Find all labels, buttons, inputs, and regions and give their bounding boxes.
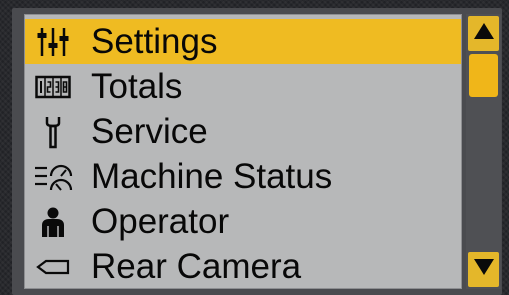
menu-item-settings[interactable]: Settings bbox=[25, 19, 461, 64]
menu-item-totals[interactable]: Totals bbox=[25, 64, 461, 109]
menu-item-label: Machine Status bbox=[91, 156, 333, 196]
menu-item-machine-status[interactable]: Machine Status bbox=[25, 154, 461, 199]
rear-camera-icon bbox=[33, 251, 73, 283]
scroll-thumb[interactable] bbox=[469, 54, 498, 97]
arrow-down-icon bbox=[473, 257, 495, 282]
scrollbar[interactable] bbox=[466, 14, 501, 289]
scroll-up-button[interactable] bbox=[468, 16, 499, 51]
machine-status-gauge-icon bbox=[33, 161, 73, 193]
scroll-down-button[interactable] bbox=[468, 252, 499, 287]
menu-item-label: Operator bbox=[91, 201, 230, 241]
arrow-up-icon bbox=[473, 21, 495, 46]
totals-counter-icon bbox=[33, 71, 73, 103]
wrench-icon bbox=[33, 116, 73, 148]
main-menu-list: Settings Totals Service Machine Status O… bbox=[24, 14, 462, 289]
menu-item-rear-camera[interactable]: Rear Camera bbox=[25, 244, 461, 289]
operator-person-icon bbox=[33, 206, 73, 238]
menu-item-service[interactable]: Service bbox=[25, 109, 461, 154]
menu-item-label: Rear Camera bbox=[91, 246, 302, 286]
menu-item-label: Totals bbox=[91, 66, 183, 106]
menu-item-label: Settings bbox=[91, 21, 218, 61]
settings-sliders-icon bbox=[33, 26, 73, 58]
menu-item-label: Service bbox=[91, 111, 208, 151]
menu-item-operator[interactable]: Operator bbox=[25, 199, 461, 244]
